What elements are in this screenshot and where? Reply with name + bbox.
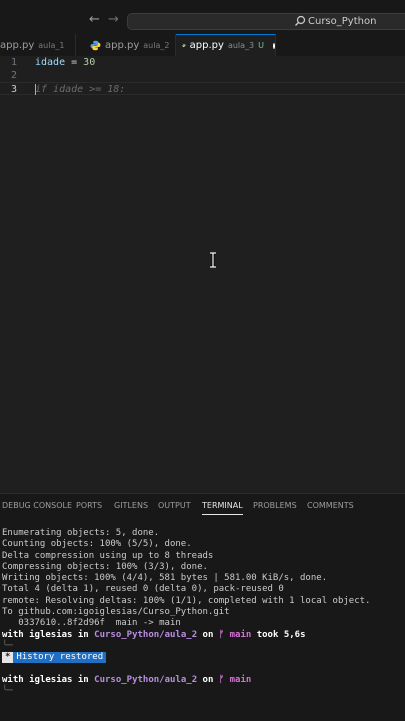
code-token-number: 30 — [83, 57, 96, 68]
prompt-in: in — [77, 674, 89, 685]
code-line: 1 idade = 30 — [0, 56, 405, 69]
text-cursor — [35, 84, 36, 95]
code-editor[interactable]: 1 idade = 30 2 3 if idade >= 18: — [0, 56, 405, 493]
line-number: 1 — [10, 57, 17, 68]
terminal-line: Total 4 (delta 1), reused 0 (delta 0), p… — [2, 584, 284, 595]
prompt-directory: Curso_Python/aula_2 — [94, 629, 198, 640]
terminal-line: remote: Resolving deltas: 100% (1/1), co… — [2, 595, 371, 606]
panel-tab-bar: DEBUG CONSOLE PORTS GITLENS OUTPUT TERMI… — [0, 494, 405, 518]
tab-app-py-aula-1[interactable]: app.py aula_1 — [0, 34, 76, 56]
prompt-directory: Curso_Python/aula_2 — [94, 674, 198, 685]
code-token-variable: idade — [35, 57, 66, 68]
code-token-operator: = — [65, 57, 84, 68]
unsaved-dot-icon[interactable] — [273, 42, 275, 49]
tab-app-py-aula-3[interactable]: app.py aula_3 U — [176, 34, 276, 56]
code-line-current: 3 if idade >= 18: — [0, 82, 405, 95]
bottom-panel: DEBUG CONSOLE PORTS GITLENS OUTPUT TERMI… — [0, 493, 405, 721]
prompt-user: iglesias — [29, 629, 73, 640]
python-file-icon — [182, 43, 186, 48]
search-icon — [295, 15, 306, 26]
tab-filename: app.py — [105, 39, 140, 51]
terminal-prompt-line: with iglesias in Curso_Python/aula_2 on … — [2, 675, 405, 686]
history-restored-line: * History restored — [2, 652, 405, 664]
history-star-icon: * — [2, 652, 14, 664]
tab-folder: aula_3 — [227, 41, 255, 50]
tab-folder: aula_1 — [38, 40, 65, 50]
tab-folder: aula_2 — [143, 40, 170, 50]
tab-filename: app.py — [0, 39, 35, 51]
editor-tab-bar: app.py aula_1 app.py aula_2 app.py aula_… — [0, 34, 405, 57]
prompt-duration: 5,6s — [283, 629, 306, 640]
panel-tab-gitlens[interactable]: GITLENS — [114, 500, 148, 511]
panel-tab-problems[interactable]: PROBLEMS — [253, 500, 297, 511]
terminal-line: Enumerating objects: 5, done. — [2, 528, 160, 538]
terminal-line: To github.com:igoiglesias/Curso_Python.g… — [2, 607, 230, 618]
prompt-user: iglesias — [29, 674, 73, 685]
terminal-line: Counting objects: 100% (5/5), done. — [2, 539, 192, 550]
tab-app-py-aula-2[interactable]: app.py aula_2 — [86, 34, 176, 56]
terminal-prompt-line: with iglesias in Curso_Python/aula_2 on … — [2, 630, 405, 641]
untracked-status-badge: U — [258, 41, 264, 50]
prompt-branch: ᚠ main — [218, 629, 252, 640]
panel-tab-output[interactable]: OUTPUT — [158, 500, 191, 511]
line-number: 3 — [10, 84, 17, 95]
prompt-on: on — [202, 629, 214, 640]
tab-filename: app.py — [189, 40, 224, 51]
prompt-with: with — [2, 674, 24, 685]
mouse-ibeam-cursor-icon — [210, 252, 216, 268]
command-center-text: Curso_Python — [308, 16, 377, 27]
panel-tab-ports[interactable]: PORTS — [76, 500, 102, 511]
inline-suggestion: if idade >= 18: — [35, 84, 126, 95]
panel-tab-debug-console[interactable]: DEBUG CONSOLE — [2, 500, 72, 511]
title-bar: ← → Curso_Python — [0, 0, 405, 34]
prompt-took: took — [256, 629, 279, 640]
prompt-with: with — [2, 629, 24, 640]
terminal-line: Delta compression using up to 8 threads — [2, 550, 214, 561]
prompt-arrow: ╰─ — [2, 640, 13, 651]
prompt-on: on — [202, 674, 214, 685]
terminal-output[interactable]: Enumerating objects: 5, done. Counting o… — [2, 528, 405, 697]
python-file-icon — [90, 40, 101, 50]
panel-tab-terminal[interactable]: TERMINAL — [202, 500, 243, 515]
terminal-line: Compressing objects: 100% (3/3), done. — [2, 561, 208, 572]
prompt-arrow: ╰─ — [2, 686, 13, 697]
panel-tab-comments[interactable]: COMMENTS — [307, 500, 354, 511]
command-center-search[interactable]: Curso_Python — [127, 13, 405, 30]
line-number: 2 — [10, 70, 17, 81]
history-restored-badge: History restored — [13, 652, 107, 664]
prompt-branch: ᚠ main — [218, 674, 252, 685]
forward-arrow-icon[interactable]: → — [108, 12, 119, 28]
terminal-line: 0337610..8f2d96f main -> main — [2, 618, 181, 629]
code-text: idade = 30 — [35, 56, 95, 69]
code-line: 2 — [0, 69, 405, 82]
prompt-in: in — [77, 629, 89, 640]
back-arrow-icon[interactable]: ← — [89, 12, 100, 28]
terminal-line: Writing objects: 100% (4/4), 581 bytes |… — [2, 573, 328, 584]
